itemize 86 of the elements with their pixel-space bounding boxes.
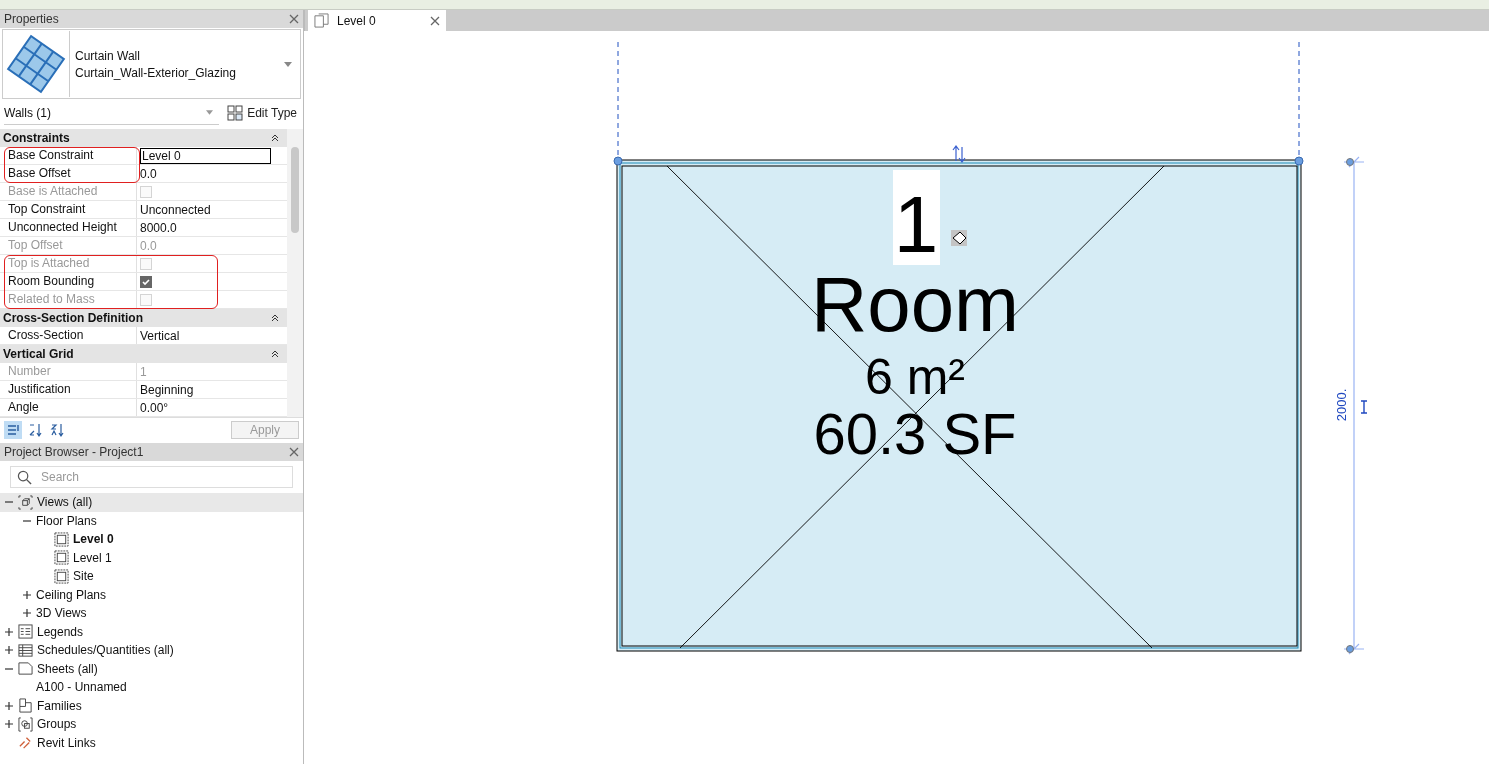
tree-item[interactable]: Views (all)	[0, 493, 303, 512]
collapse-icon	[271, 314, 279, 322]
tree-item[interactable]: Site	[0, 567, 303, 586]
categorize-icon[interactable]	[4, 421, 22, 439]
tree-item[interactable]: Ceiling Plans	[0, 585, 303, 604]
property-label: Base is Attached	[0, 183, 137, 200]
tree-item[interactable]: Level 0	[0, 530, 303, 549]
drag-handle-icon[interactable]	[951, 230, 967, 246]
tree-item[interactable]: Sheets (all)	[0, 659, 303, 678]
type-name: Curtain_Wall-Exterior_Glazing	[75, 65, 237, 80]
property-group-header[interactable]: Constraints	[0, 129, 287, 147]
expand-icon[interactable]	[4, 700, 14, 711]
collapse-icon	[271, 350, 279, 358]
tree-item[interactable]: Groups	[0, 715, 303, 734]
group-icon	[18, 716, 33, 732]
property-value: 0.0	[140, 238, 157, 253]
property-value: 0.00°	[140, 400, 169, 415]
property-label: Cross-Section	[0, 327, 137, 344]
property-label: Top is Attached	[0, 255, 137, 272]
property-label: Base Constraint	[0, 147, 137, 164]
caret-icon	[284, 61, 292, 67]
tree-item[interactable]: 3D Views	[0, 604, 303, 623]
views-icon	[18, 494, 33, 510]
property-group-header[interactable]: Cross-Section Definition	[0, 309, 287, 327]
property-value: Vertical	[140, 328, 180, 343]
property-value: 0.0	[140, 166, 157, 181]
curtain-wall-drawing[interactable]	[613, 156, 1304, 652]
sort-descending-icon[interactable]	[48, 421, 66, 439]
close-icon[interactable]	[289, 447, 299, 457]
property-label: Top Offset	[0, 237, 137, 254]
floor-plan-icon	[54, 568, 69, 584]
property-value: Unconnected	[140, 202, 211, 217]
property-label: Justification	[0, 381, 137, 398]
curtain-wall-icon	[3, 31, 70, 97]
property-label: Base Offset	[0, 165, 137, 182]
expand-icon[interactable]	[4, 719, 14, 730]
search-field[interactable]: Search	[10, 466, 293, 488]
legend-icon	[18, 624, 33, 640]
property-group-header[interactable]: Vertical Grid	[0, 345, 287, 363]
property-label: Unconnected Height	[0, 219, 137, 236]
tree-item[interactable]: Legends	[0, 622, 303, 641]
property-value: Beginning	[140, 382, 194, 397]
caret-icon	[206, 110, 214, 115]
close-icon[interactable]	[289, 14, 299, 24]
floor-plan-icon	[314, 13, 329, 28]
type-selector[interactable]: Curtain Wall Curtain_Wall-Exterior_Glazing	[2, 29, 301, 99]
flip-arrows-icon[interactable]	[952, 145, 966, 163]
checkbox[interactable]	[140, 275, 152, 288]
edit-type-icon	[227, 105, 244, 121]
search-icon	[17, 470, 32, 485]
type-family: Curtain Wall	[75, 48, 141, 63]
dimension-value[interactable]: 2000.	[1334, 388, 1349, 422]
property-label: Top Constraint	[0, 201, 137, 218]
property-label: Number	[0, 363, 137, 380]
panel-title: Project Browser - Project1	[4, 445, 144, 459]
view-tab[interactable]: Level 0	[308, 10, 446, 31]
floor-plan-icon	[54, 531, 69, 547]
property-value-field[interactable]: Level 0	[140, 147, 271, 164]
edit-type-button[interactable]: Edit Type	[219, 105, 299, 121]
property-label: Room Bounding	[0, 273, 137, 290]
scrollbar[interactable]	[287, 129, 303, 417]
tree-item[interactable]: Floor Plans	[0, 511, 303, 530]
room-name: Room	[810, 260, 1020, 348]
property-label: Related to Mass	[0, 291, 137, 308]
instance-filter-dropdown[interactable]: Walls (1)	[4, 101, 220, 125]
expand-icon[interactable]	[4, 626, 14, 637]
close-icon[interactable]	[430, 15, 440, 26]
sheet-icon	[18, 661, 33, 677]
floor-plan-icon	[54, 550, 69, 566]
expand-icon[interactable]	[4, 645, 14, 656]
property-label: Angle	[0, 399, 137, 416]
tree-item[interactable]: Level 1	[0, 548, 303, 567]
property-value: 8000.0	[140, 220, 177, 235]
property-value: 1	[140, 364, 147, 379]
expand-icon[interactable]	[22, 589, 32, 600]
expand-icon[interactable]	[22, 608, 32, 619]
link-icon	[18, 735, 33, 751]
text-cursor-icon	[1360, 400, 1368, 414]
tree-item[interactable]: Revit Links	[0, 733, 303, 752]
family-icon	[18, 698, 33, 714]
tree-item[interactable]: A100 - Unnamed	[0, 678, 303, 697]
panel-title: Properties	[4, 12, 59, 26]
tree-item[interactable]: Schedules/Quantities (all)	[0, 641, 303, 660]
collapse-icon	[271, 134, 279, 142]
tree-item[interactable]: Families	[0, 696, 303, 715]
table-icon	[18, 642, 33, 658]
